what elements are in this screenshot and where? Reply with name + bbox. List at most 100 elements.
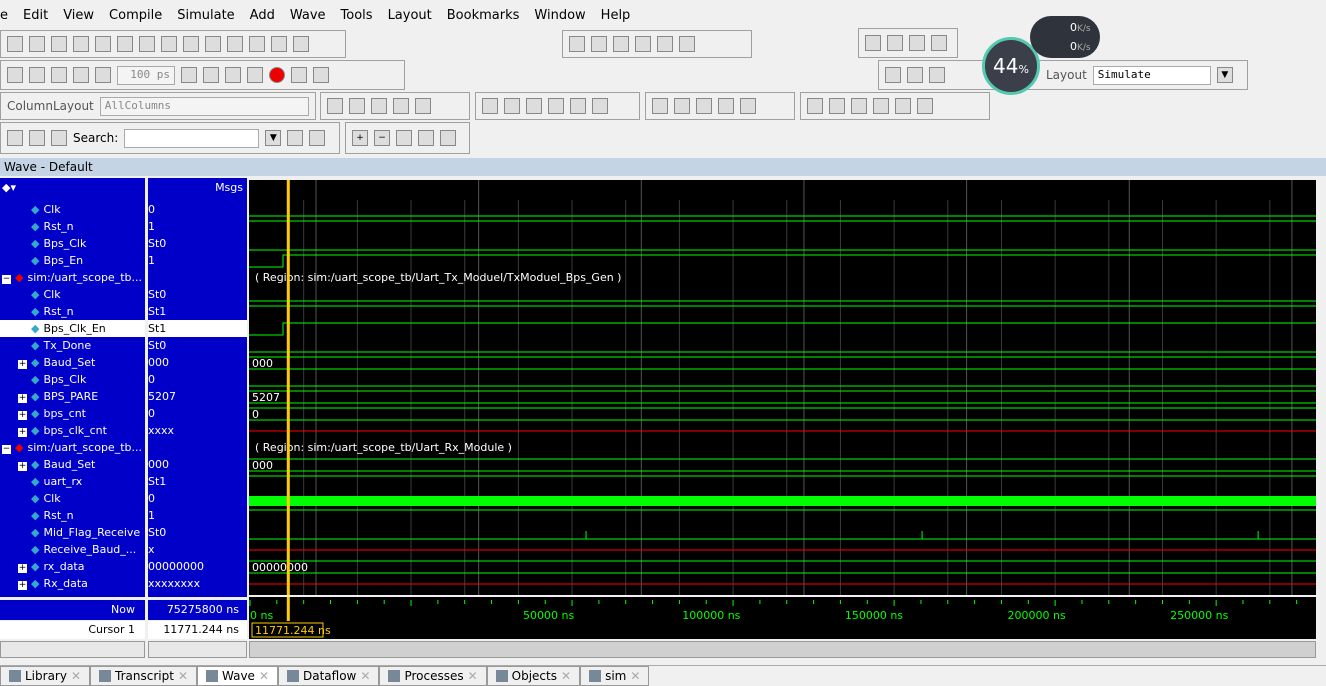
menu-bookmarks[interactable]: Bookmarks — [447, 8, 520, 23]
close-tab-icon[interactable]: ✕ — [468, 669, 478, 683]
signal-row[interactable]: + ◆ BPS_PARE — [0, 388, 145, 405]
load-icon[interactable] — [865, 35, 881, 51]
dataflow-icon[interactable] — [740, 98, 756, 114]
expand-icon[interactable]: + — [18, 428, 27, 437]
signal-row[interactable]: ◆ uart_rx — [0, 473, 145, 490]
copy-icon[interactable] — [139, 36, 155, 52]
literal-icon[interactable] — [569, 36, 585, 52]
hierarchy-icon[interactable] — [271, 36, 287, 52]
timeline[interactable]: 0 ns 50000 ns 100000 ns 150000 ns 200000 ns 2… — [249, 597, 1316, 639]
memory-icon[interactable] — [293, 36, 309, 52]
next-edge-icon[interactable] — [829, 98, 845, 114]
expand-icon[interactable]: + — [18, 360, 27, 369]
expand-icon[interactable]: + — [18, 581, 27, 590]
menu-tools[interactable]: Tools — [341, 8, 373, 23]
pencil-icon[interactable] — [592, 98, 608, 114]
step-out-icon[interactable] — [929, 67, 945, 83]
wave-hscrollbar[interactable] — [249, 641, 1316, 658]
measure-icon[interactable] — [718, 98, 734, 114]
expand-icon[interactable]: + — [18, 564, 27, 573]
tab-transcript[interactable]: Transcript ✕ — [90, 666, 197, 686]
forward-icon[interactable] — [73, 67, 89, 83]
tab-wave[interactable]: Wave ✕ — [197, 666, 278, 686]
run-icon[interactable] — [181, 67, 197, 83]
menu-layout[interactable]: Layout — [388, 8, 432, 23]
step-icon[interactable] — [291, 67, 307, 83]
delete-wave-icon[interactable] — [349, 98, 365, 114]
export-wave-icon[interactable] — [415, 98, 431, 114]
collapse-icon[interactable] — [29, 130, 45, 146]
zoom-in-icon[interactable]: + — [352, 130, 368, 146]
print-icon[interactable] — [95, 36, 111, 52]
signal-row[interactable]: ◆ Mid_Flag_Receive — [0, 524, 145, 541]
next-fall-icon[interactable] — [873, 98, 889, 114]
tab-processes[interactable]: Processes ✕ — [379, 666, 487, 686]
grid3-icon[interactable] — [679, 36, 695, 52]
signal-row[interactable]: ◆ Receive_Baud_... — [0, 541, 145, 558]
dots2-icon[interactable] — [909, 35, 925, 51]
paste-icon[interactable] — [161, 36, 177, 52]
break-icon[interactable] — [247, 67, 263, 83]
save-wave-icon[interactable] — [393, 98, 409, 114]
redo-icon[interactable] — [205, 36, 221, 52]
close-tab-icon[interactable]: ✕ — [178, 669, 188, 683]
signal-row[interactable]: + ◆ bps_cnt — [0, 405, 145, 422]
column-layout-select[interactable]: AllColumns — [99, 96, 309, 116]
io-icon[interactable] — [526, 98, 542, 114]
signal-row[interactable]: ◆ Clk — [0, 490, 145, 507]
logic-icon[interactable] — [591, 36, 607, 52]
open-icon[interactable] — [29, 36, 45, 52]
add-icon[interactable] — [227, 36, 243, 52]
zoom-mode-icon[interactable] — [674, 98, 690, 114]
menu-e[interactable]: e — [0, 8, 8, 23]
signal-row[interactable]: ◆ Bps_En — [0, 252, 145, 269]
cut-icon[interactable] — [117, 36, 133, 52]
all-icon[interactable] — [570, 98, 586, 114]
waveform-canvas[interactable]: ( Region: sim:/uart_scope_tb/Uart_Tx_Mod… — [249, 180, 1316, 595]
refresh-icon[interactable] — [73, 36, 89, 52]
find-icon[interactable] — [249, 36, 265, 52]
new-icon[interactable] — [7, 36, 23, 52]
prev-edge-icon[interactable] — [807, 98, 823, 114]
back-icon[interactable] — [51, 67, 67, 83]
signal-row[interactable]: ◆ Rst_n — [0, 218, 145, 235]
prev-fall-icon[interactable] — [851, 98, 867, 114]
pan-icon[interactable] — [696, 98, 712, 114]
undo-icon[interactable] — [183, 36, 199, 52]
zoom-full-icon[interactable] — [396, 130, 412, 146]
expand-icon[interactable]: + — [18, 394, 27, 403]
expand-icon[interactable] — [7, 130, 23, 146]
signal-row[interactable]: + ◆ rx_data — [0, 558, 145, 575]
insert-wave-icon[interactable] — [327, 98, 343, 114]
dots-icon[interactable] — [887, 35, 903, 51]
names-hscrollbar[interactable] — [0, 641, 145, 658]
search-next-icon[interactable] — [309, 130, 326, 146]
save-icon[interactable] — [51, 36, 67, 52]
signal-row[interactable]: + ◆ Baud_Set — [0, 456, 145, 473]
next-rise-icon[interactable] — [917, 98, 933, 114]
zero-icon[interactable] — [504, 98, 520, 114]
close-tab-icon[interactable]: ✕ — [71, 669, 81, 683]
collapse-icon[interactable]: − — [2, 445, 11, 454]
tab-library[interactable]: Library ✕ — [0, 666, 91, 686]
run-all-icon[interactable] — [225, 67, 241, 83]
zoom-cursor-icon[interactable] — [418, 130, 434, 146]
continue-icon[interactable] — [203, 67, 219, 83]
grid1-icon[interactable] — [635, 36, 651, 52]
menu-simulate[interactable]: Simulate — [177, 8, 234, 23]
event-icon[interactable] — [613, 36, 629, 52]
zoom-out-icon[interactable]: − — [374, 130, 390, 146]
edit-wave-icon[interactable] — [371, 98, 387, 114]
signal-row[interactable]: + ◆ Rx_data — [0, 575, 145, 592]
menu-window[interactable]: Window — [534, 8, 585, 23]
group-row[interactable]: − ◆ sim:/uart_scope_tb... — [0, 439, 145, 456]
values-hscrollbar[interactable] — [148, 641, 247, 658]
signal-row[interactable]: ◆ Bps_Clk — [0, 235, 145, 252]
tab-dataflow[interactable]: Dataflow ✕ — [278, 666, 380, 686]
close-tab-icon[interactable]: ✕ — [630, 669, 640, 683]
menu-help[interactable]: Help — [601, 8, 631, 23]
clear-icon[interactable] — [931, 35, 947, 51]
group-row[interactable]: − ◆ sim:/uart_scope_tb... — [0, 269, 145, 286]
menu-wave[interactable]: Wave — [290, 8, 326, 23]
search-input[interactable] — [124, 128, 260, 148]
